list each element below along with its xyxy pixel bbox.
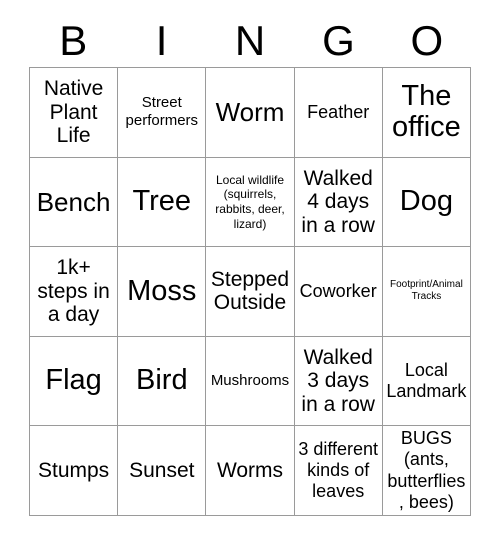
bingo-cell-label: Walked 4 days in a row	[301, 166, 375, 237]
bingo-cell-r5c3[interactable]: Worms	[206, 426, 295, 516]
bingo-cell-r2c1[interactable]: Bench	[30, 157, 119, 248]
bingo-header-letter-n: N	[234, 16, 266, 64]
bingo-cell-r1c3[interactable]: Worm	[206, 68, 295, 158]
bingo-cell-r5c2[interactable]: Sunset	[118, 426, 207, 516]
bingo-cell-label: Flag	[45, 364, 102, 397]
bingo-cell-label: BUGS (ants, butterflies, bees)	[387, 428, 466, 512]
bingo-cell-r1c2[interactable]: Street performers	[118, 68, 207, 158]
bingo-cell-r5c5[interactable]: BUGS (ants, butterflies, bees)	[382, 426, 471, 516]
bingo-cell-label: 1k+ steps in a day	[37, 256, 110, 327]
bingo-cell-label: Native Plant Life	[43, 77, 104, 148]
bingo-cell-label: Walked 3 days in a row	[301, 345, 375, 416]
bingo-cell-label: Local wildlife (squirrels, rabbits, deer…	[215, 172, 285, 231]
bingo-header: BINGO	[29, 14, 471, 67]
bingo-cell-r4c2[interactable]: Bird	[118, 336, 207, 427]
bingo-cell-label: Stumps	[37, 458, 110, 482]
bingo-cell-r4c1[interactable]: Flag	[30, 336, 119, 427]
bingo-cell-label: Street performers	[125, 94, 199, 130]
bingo-cell-label: Feather	[307, 101, 370, 122]
bingo-cell-r1c4[interactable]: Feather	[294, 68, 383, 158]
bingo-cell-r3c3[interactable]: Stepped Outside	[206, 247, 295, 337]
bingo-cell-r3c5[interactable]: Footprint/Animal Tracks	[382, 247, 471, 337]
bingo-cell-label: Worms	[216, 458, 284, 482]
bingo-cell-label: Stepped Outside	[210, 267, 290, 315]
bingo-cell-label: Bench	[36, 186, 111, 217]
bingo-cell-r2c5[interactable]: Dog	[382, 157, 471, 248]
bingo-cell-r1c1[interactable]: Native Plant Life	[30, 68, 119, 158]
bingo-cell-r5c1[interactable]: Stumps	[30, 426, 119, 516]
bingo-cell-label: Local Landmark	[386, 359, 467, 402]
bingo-cell-label: Dog	[399, 185, 453, 218]
bingo-cell-label: 3 different kinds of leaves	[298, 438, 379, 502]
bingo-cell-r5c4[interactable]: 3 different kinds of leaves	[294, 426, 383, 516]
bingo-cell-label: The office	[391, 79, 461, 144]
bingo-cell-label: Bird	[136, 364, 188, 397]
bingo-cell-label: Footprint/Animal Tracks	[389, 278, 463, 303]
bingo-cell-r3c1[interactable]: 1k+ steps in a day	[30, 247, 119, 337]
bingo-cell-label: Moss	[127, 274, 197, 307]
bingo-cell-label: Worm	[215, 97, 285, 128]
bingo-header-letter-i: I	[155, 16, 168, 64]
bingo-header-letter-b: B	[59, 16, 88, 64]
bingo-header-letter-g: G	[322, 16, 355, 64]
bingo-cell-r1c5[interactable]: The office	[382, 68, 471, 158]
bingo-cell-r2c4[interactable]: Walked 4 days in a row	[294, 157, 383, 248]
bingo-grid: Native Plant Life Street performers Worm Fe…	[29, 67, 471, 516]
bingo-header-letter-o: O	[410, 16, 444, 64]
bingo-cell-label: Sunset	[129, 458, 195, 482]
bingo-cell-r2c3[interactable]: Local wildlife (squirrels, rabbits, deer…	[206, 157, 295, 248]
bingo-cell-r2c2[interactable]: Tree	[118, 157, 207, 248]
bingo-cell-label: Tree	[132, 185, 192, 218]
bingo-cell-label: Mushrooms	[210, 372, 290, 390]
bingo-cell-r3c2[interactable]: Moss	[118, 247, 207, 337]
bingo-cell-r4c5[interactable]: Local Landmark	[382, 336, 471, 427]
bingo-cell-label: Coworker	[299, 280, 377, 301]
bingo-cell-r4c4[interactable]: Walked 3 days in a row	[294, 336, 383, 427]
bingo-card: B I N G O Native Plant Life Street performers…	[0, 0, 500, 544]
bingo-cell-r4c3[interactable]: Mushrooms	[206, 336, 295, 427]
bingo-cell-r3c4[interactable]: Coworker	[294, 247, 383, 337]
